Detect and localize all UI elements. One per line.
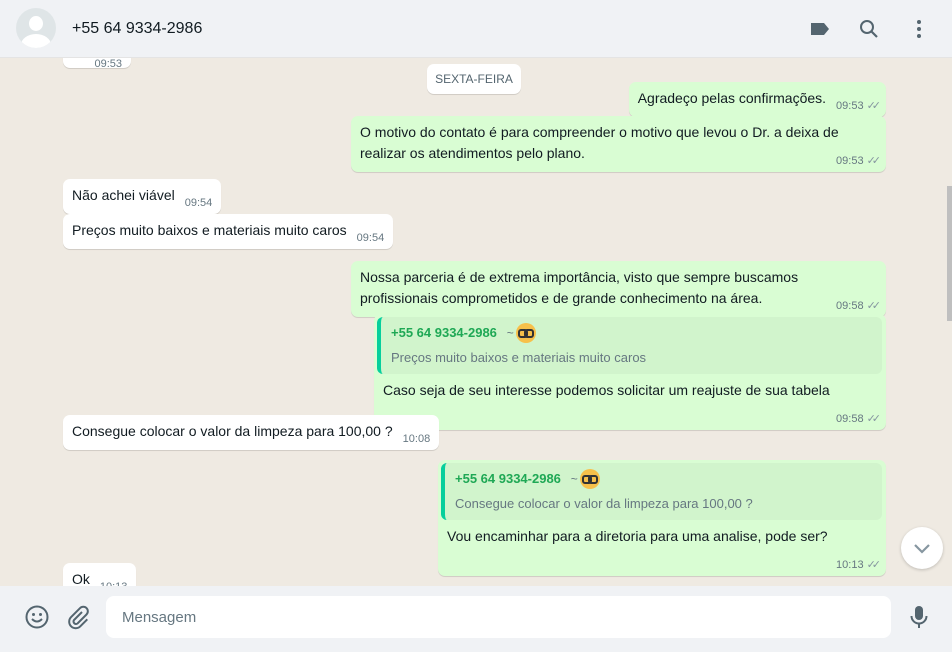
emoji-icon[interactable]: [24, 604, 50, 630]
read-ticks-icon: ✓✓: [866, 300, 882, 312]
message-out: Nossa parceria é de extrema importância,…: [351, 261, 886, 317]
message-in: Consegue colocar o valor da limpeza para…: [63, 415, 440, 450]
contact-avatar[interactable]: [16, 8, 56, 48]
scroll-down-button[interactable]: [901, 527, 943, 569]
message-out: O motivo do contato é para compreender o…: [351, 116, 886, 172]
message-list[interactable]: 09:53 SEXTA-FEIRA Agradeço pelas confirm…: [0, 58, 952, 586]
nerd-face-emoji-icon: [579, 469, 600, 490]
composer: [0, 586, 952, 652]
message-out: Agradeço pelas confirmações. 09:53 ✓✓: [628, 82, 886, 117]
date-divider: SEXTA-FEIRA: [427, 64, 521, 94]
chat-header: +55 64 9334-2986: [0, 0, 952, 58]
chevron-down-icon: [914, 544, 930, 554]
read-ticks-icon: ✓✓: [866, 155, 882, 167]
label-icon[interactable]: [808, 17, 832, 41]
message-in: 09:53: [63, 58, 131, 70]
quoted-message[interactable]: +55 64 9334-2986 ~ Consegue colocar o va…: [441, 463, 882, 520]
contact-name[interactable]: +55 64 9334-2986: [72, 20, 202, 38]
read-ticks-icon: ✓✓: [866, 559, 882, 571]
message-out-reply: +55 64 9334-2986 ~ Consegue colocar o va…: [438, 460, 886, 576]
message-in: Ok10:13: [63, 563, 137, 586]
read-ticks-icon: ✓✓: [866, 413, 882, 425]
search-icon[interactable]: [857, 17, 881, 41]
read-ticks-icon: ✓✓: [866, 100, 882, 112]
message-input[interactable]: [106, 596, 891, 638]
message-out-reply: +55 64 9334-2986 ~ Preços muito baixos e…: [374, 314, 886, 430]
menu-icon[interactable]: [907, 17, 931, 41]
message-in: Preços muito baixos e materiais muito ca…: [63, 214, 394, 249]
quoted-message[interactable]: +55 64 9334-2986 ~ Preços muito baixos e…: [377, 317, 882, 374]
attach-icon[interactable]: [65, 604, 91, 630]
nerd-face-emoji-icon: [515, 323, 536, 344]
scrollbar[interactable]: [947, 186, 952, 321]
message-in: Não achei viável 09:54: [63, 179, 222, 214]
microphone-icon[interactable]: [906, 604, 932, 630]
